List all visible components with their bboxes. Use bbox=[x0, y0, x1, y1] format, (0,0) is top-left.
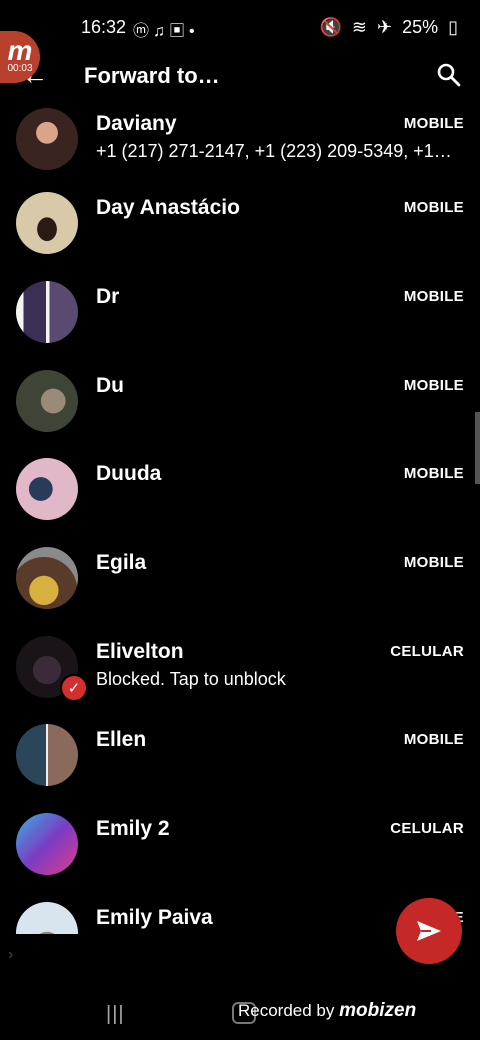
contact-row-ellen[interactable]: Ellen MOBILE bbox=[0, 724, 480, 812]
mute-icon: 🔇 bbox=[319, 17, 342, 37]
avatar bbox=[16, 724, 78, 786]
chevron-right-icon: › bbox=[8, 946, 14, 963]
contact-name: Emily Paiva bbox=[96, 906, 213, 929]
contact-row-day-anastacio[interactable]: Day Anastácio MOBILE bbox=[0, 192, 480, 280]
avatar bbox=[16, 902, 78, 934]
contact-name: Duuda bbox=[96, 462, 162, 485]
phone-type-label: MOBILE bbox=[403, 377, 464, 394]
status-time: 16:32 bbox=[81, 17, 127, 37]
phone-type-label: MOBILE bbox=[403, 554, 464, 571]
contact-row-elivelton[interactable]: ✓ Elivelton CELULAR Blocked. Tap to unbl… bbox=[0, 636, 480, 724]
contact-name: Du bbox=[96, 374, 124, 397]
dot-icon: • bbox=[189, 23, 199, 40]
contact-row-emily-2[interactable]: Emily 2 CELULAR bbox=[0, 813, 480, 901]
send-button[interactable] bbox=[396, 898, 462, 964]
avatar bbox=[16, 281, 78, 343]
watermark-prefix: Recorded by bbox=[238, 1001, 335, 1020]
contact-name: Dr bbox=[96, 285, 120, 308]
avatar bbox=[16, 108, 78, 170]
navigation-bar: ||| Recorded by mobizen bbox=[0, 980, 480, 1040]
contact-name: Emily 2 bbox=[96, 817, 170, 840]
contact-list[interactable]: Daviany MOBILE +1 (217) 271-2147, +1 (22… bbox=[0, 108, 480, 934]
phone-type-label: MOBILE bbox=[403, 465, 464, 482]
phone-type-label: CELULAR bbox=[390, 643, 464, 660]
send-icon bbox=[417, 921, 441, 941]
app-bar: ← Forward to… bbox=[0, 54, 480, 110]
status-bar: 16:32 ⓜ♫▣• 🔇 ≋ ✈ 25% ▯ bbox=[0, 0, 480, 54]
contact-row-duuda[interactable]: Duuda MOBILE bbox=[0, 458, 480, 546]
phone-type-label: MOBILE bbox=[403, 731, 464, 748]
phone-type-label: MOBILE bbox=[403, 115, 464, 132]
music-note-icon: ♫ bbox=[153, 23, 170, 40]
mobizen-notification-icon: ⓜ bbox=[133, 23, 154, 40]
contact-name: Elivelton bbox=[96, 640, 184, 663]
avatar bbox=[16, 192, 78, 254]
blocked-check-icon: ✓ bbox=[60, 674, 88, 702]
phone-type-label: CELULAR bbox=[390, 820, 464, 837]
status-right: 🔇 ≋ ✈ 25% ▯ bbox=[319, 17, 458, 38]
blocked-unblock-hint[interactable]: Blocked. Tap to unblock bbox=[96, 669, 464, 690]
contact-row-dr[interactable]: Dr MOBILE bbox=[0, 281, 480, 369]
wifi-icon: ≋ bbox=[351, 17, 367, 37]
avatar bbox=[16, 547, 78, 609]
airplane-icon: ✈ bbox=[376, 17, 393, 37]
contact-row-daviany[interactable]: Daviany MOBILE +1 (217) 271-2147, +1 (22… bbox=[0, 108, 480, 196]
contact-name: Egila bbox=[96, 551, 147, 574]
facebook-icon: ▣ bbox=[169, 23, 190, 40]
avatar bbox=[16, 458, 78, 520]
contact-name: Ellen bbox=[96, 728, 147, 751]
back-arrow-icon[interactable]: ← bbox=[22, 60, 48, 91]
contact-row-du[interactable]: Du MOBILE bbox=[0, 370, 480, 458]
contact-name: Daviany bbox=[96, 112, 177, 135]
recents-icon[interactable]: ||| bbox=[106, 1003, 125, 1026]
contact-name: Day Anastácio bbox=[96, 196, 240, 219]
phone-type-label: MOBILE bbox=[403, 288, 464, 305]
avatar bbox=[16, 370, 78, 432]
recording-watermark: Recorded by mobizen bbox=[238, 1000, 416, 1022]
search-icon[interactable] bbox=[436, 62, 462, 88]
battery-icon: ▯ bbox=[448, 17, 458, 37]
watermark-brand: mobizen bbox=[339, 1000, 417, 1021]
page-title: Forward to… bbox=[84, 63, 220, 88]
notification-icons: ⓜ♫▣• bbox=[133, 17, 199, 41]
avatar bbox=[16, 813, 78, 875]
scrollbar[interactable] bbox=[475, 412, 480, 484]
battery-percent: 25% bbox=[402, 17, 439, 37]
phone-type-label: MOBILE bbox=[403, 199, 464, 216]
contact-row-egila[interactable]: Egila MOBILE bbox=[0, 547, 480, 635]
contact-phone-numbers: +1 (217) 271-2147, +1 (223) 209-5349, +1… bbox=[96, 141, 452, 161]
